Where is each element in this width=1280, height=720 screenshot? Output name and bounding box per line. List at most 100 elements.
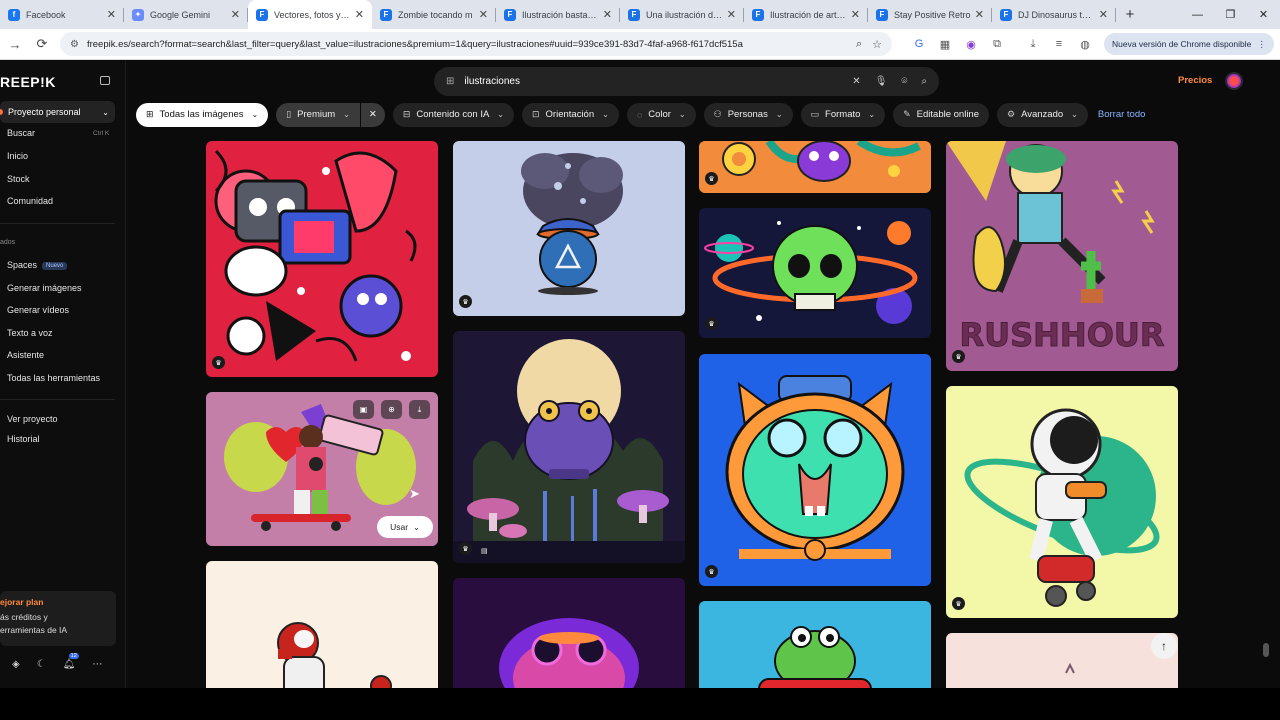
extensions-puzzle-icon[interactable]: ⧉ — [984, 38, 1010, 51]
zoom-icon[interactable]: ⌕ — [856, 38, 862, 51]
save-to-collection-icon[interactable]: ⊕ — [381, 400, 402, 419]
use-button[interactable]: Usar ⌄ — [377, 516, 433, 538]
browser-tab[interactable]: ✦ Google Gemini ✕ — [124, 0, 248, 29]
sidebar-item-asistente[interactable]: Asistente — [7, 350, 44, 360]
sidebar-item-generar-im-genes[interactable]: Generar imágenes — [7, 283, 82, 293]
filter-color[interactable]: ◌ Color ⌄ — [626, 102, 696, 127]
browser-tab[interactable]: F Stay Positive Retro ✕ — [868, 0, 992, 29]
close-window-icon[interactable]: ✕ — [1247, 0, 1280, 29]
close-tab-icon[interactable]: ✕ — [1099, 8, 1108, 21]
filter-all-images[interactable]: ⊞ Todas las imágenes ⌄ — [136, 102, 269, 127]
result-card[interactable]: ♛ ▤ — [453, 331, 685, 563]
close-tab-icon[interactable]: ✕ — [603, 8, 612, 21]
scroll-to-top-button[interactable]: ↑ — [1151, 633, 1177, 659]
url-text[interactable]: freepik.es/search?format=search&last_fil… — [87, 39, 846, 50]
result-card[interactable] — [206, 561, 438, 688]
result-card[interactable]: ♛ — [453, 141, 685, 316]
scrollbar-thumb[interactable] — [1263, 643, 1269, 657]
clear-all-filters-link[interactable]: Borrar todo — [1098, 109, 1146, 120]
pricing-link[interactable]: Precios — [1178, 75, 1212, 86]
result-card[interactable] — [453, 578, 685, 688]
avatar[interactable] — [1225, 72, 1243, 90]
profile-icon[interactable]: ◍ — [1072, 38, 1098, 51]
extension-icon[interactable]: ▦ — [932, 38, 958, 51]
download-icon[interactable]: ⤓ — [409, 400, 430, 419]
translate-icon[interactable]: G — [906, 38, 932, 50]
minimize-icon[interactable]: — — [1181, 0, 1214, 29]
notifications-bell-icon[interactable]: 🔔︎ 12 — [63, 653, 79, 670]
browser-tab[interactable]: F Una ilustración de c ✕ — [620, 0, 744, 29]
close-tab-icon[interactable]: ✕ — [355, 8, 364, 21]
close-tab-icon[interactable]: ✕ — [851, 8, 860, 21]
close-tab-icon[interactable]: ✕ — [231, 8, 240, 21]
sidebar-item-inicio[interactable]: Inicio — [7, 151, 28, 161]
new-tab-button[interactable]: + — [1116, 0, 1144, 29]
sidebar-item-spaces[interactable]: Spaces Nuevo — [7, 260, 68, 270]
sidebar-item-ver-proyecto[interactable]: Ver proyecto — [7, 414, 58, 424]
search-input[interactable]: ilustraciones — [464, 76, 838, 87]
camera-search-icon[interactable]: ⌾ — [901, 76, 907, 87]
extension-purple-icon[interactable]: ◉ — [958, 38, 984, 51]
filter-editable[interactable]: ✎ Editable online — [893, 102, 989, 127]
sidebar-item-comunidad[interactable]: Comunidad — [7, 196, 53, 206]
filter-premium[interactable]: ▯ Premium ⌄ — [276, 102, 360, 127]
kebab-menu-icon[interactable]: ⋮ — [1257, 39, 1266, 50]
reload-icon[interactable]: ⟳ — [30, 32, 54, 56]
sidebar-item-historial[interactable]: Historial — [7, 434, 40, 444]
close-tab-icon[interactable]: ✕ — [975, 8, 984, 21]
theme-moon-icon[interactable]: ☾ — [37, 659, 46, 670]
sidebar-item-stock[interactable]: Stock — [7, 174, 30, 184]
result-card-hovered[interactable]: ▣ ⊕ ⤓ Usar ⌄ — [206, 392, 438, 546]
filter-ai-content[interactable]: ⊟ Contenido con IA ⌄ — [392, 102, 514, 127]
close-tab-icon[interactable]: ✕ — [727, 8, 736, 21]
result-card[interactable]: ♛ — [206, 141, 438, 377]
clear-premium-button[interactable]: ✕ — [360, 102, 385, 127]
layers-icon[interactable]: ◈ — [12, 659, 20, 670]
result-card[interactable] — [946, 633, 1178, 688]
premium-crown-icon: ♛ — [705, 172, 718, 185]
browser-tab[interactable]: F DJ Dinosaurus toca ✕ — [992, 0, 1116, 29]
search-bar[interactable]: ⊞ ilustraciones ✕ 🎙︎ ⌾ ⌕ — [434, 67, 939, 96]
result-card[interactable]: ♛ — [699, 354, 931, 586]
sidebar-item-texto-a-voz[interactable]: Texto a voz — [7, 328, 53, 338]
edit-image-icon[interactable]: ▣ — [353, 400, 374, 419]
browser-tab[interactable]: f Facebook ✕ — [0, 0, 124, 29]
clear-search-icon[interactable]: ✕ — [852, 76, 860, 87]
browser-tab[interactable]: F Ilustración bastardo ✕ — [496, 0, 620, 29]
filter-advanced[interactable]: ⚙ Avanzado ⌄ — [997, 102, 1088, 127]
result-card[interactable]: RUSHHOUR ♛ — [946, 141, 1178, 371]
filter-orientation[interactable]: ⊡ Orientación ⌄ — [522, 102, 619, 127]
close-tab-icon[interactable]: ✕ — [479, 8, 488, 21]
close-tab-icon[interactable]: ✕ — [107, 8, 116, 21]
result-card[interactable]: ♛ — [946, 386, 1178, 618]
sidebar-item-generar-v-deos[interactable]: Generar vídeos — [7, 305, 69, 315]
bookmark-star-icon[interactable]: ☆ — [872, 38, 882, 51]
microphone-icon[interactable]: 🎙︎ — [875, 76, 888, 87]
sidebar-item-todas-las-herramientas[interactable]: Todas las herramientas — [7, 373, 100, 383]
media-control-icon[interactable]: ≡ — [1046, 38, 1072, 50]
more-options-icon[interactable]: ⋯ — [92, 659, 102, 670]
result-card[interactable] — [699, 601, 931, 688]
url-omnibox[interactable]: ⚙ freepik.es/search?format=search&last_f… — [60, 32, 892, 56]
result-card[interactable]: ♛ — [699, 141, 931, 193]
collapse-sidebar-icon[interactable] — [100, 76, 110, 85]
upgrade-plan-card[interactable]: ejorar plan ás créditos y erramientas de … — [0, 591, 116, 646]
filter-format[interactable]: ▭ Formato ⌄ — [800, 102, 886, 127]
freepik-logo[interactable]: REEP!K — [0, 74, 56, 90]
filter-people[interactable]: ⚇ Personas ⌄ — [703, 102, 793, 127]
download-icon[interactable]: ⤓ — [1020, 38, 1046, 51]
restore-icon[interactable]: ❐ — [1214, 0, 1247, 29]
scrollbar[interactable] — [1260, 61, 1272, 688]
site-settings-icon[interactable]: ⚙ — [70, 39, 79, 50]
result-card[interactable]: ♛ — [699, 208, 931, 338]
browser-tab[interactable]: F Ilustración de arte v ✕ — [744, 0, 868, 29]
chrome-update-button[interactable]: Nueva versión de Chrome disponible ⋮ — [1104, 33, 1274, 55]
project-selector[interactable]: Proyecto personal ⌄ — [0, 101, 115, 123]
sidebar-item-buscar[interactable]: Buscar Ctrl K — [7, 128, 109, 138]
browser-tab[interactable]: F Vectores, fotos y ar ✕ — [248, 0, 372, 29]
filter-label: Color — [648, 109, 671, 120]
browser-tab[interactable]: F Zombie tocando m ✕ — [372, 0, 496, 29]
search-icon[interactable]: ⌕ — [921, 76, 927, 87]
forward-icon[interactable]: → — [3, 32, 27, 56]
premium-crown-icon: ♛ — [459, 295, 472, 308]
